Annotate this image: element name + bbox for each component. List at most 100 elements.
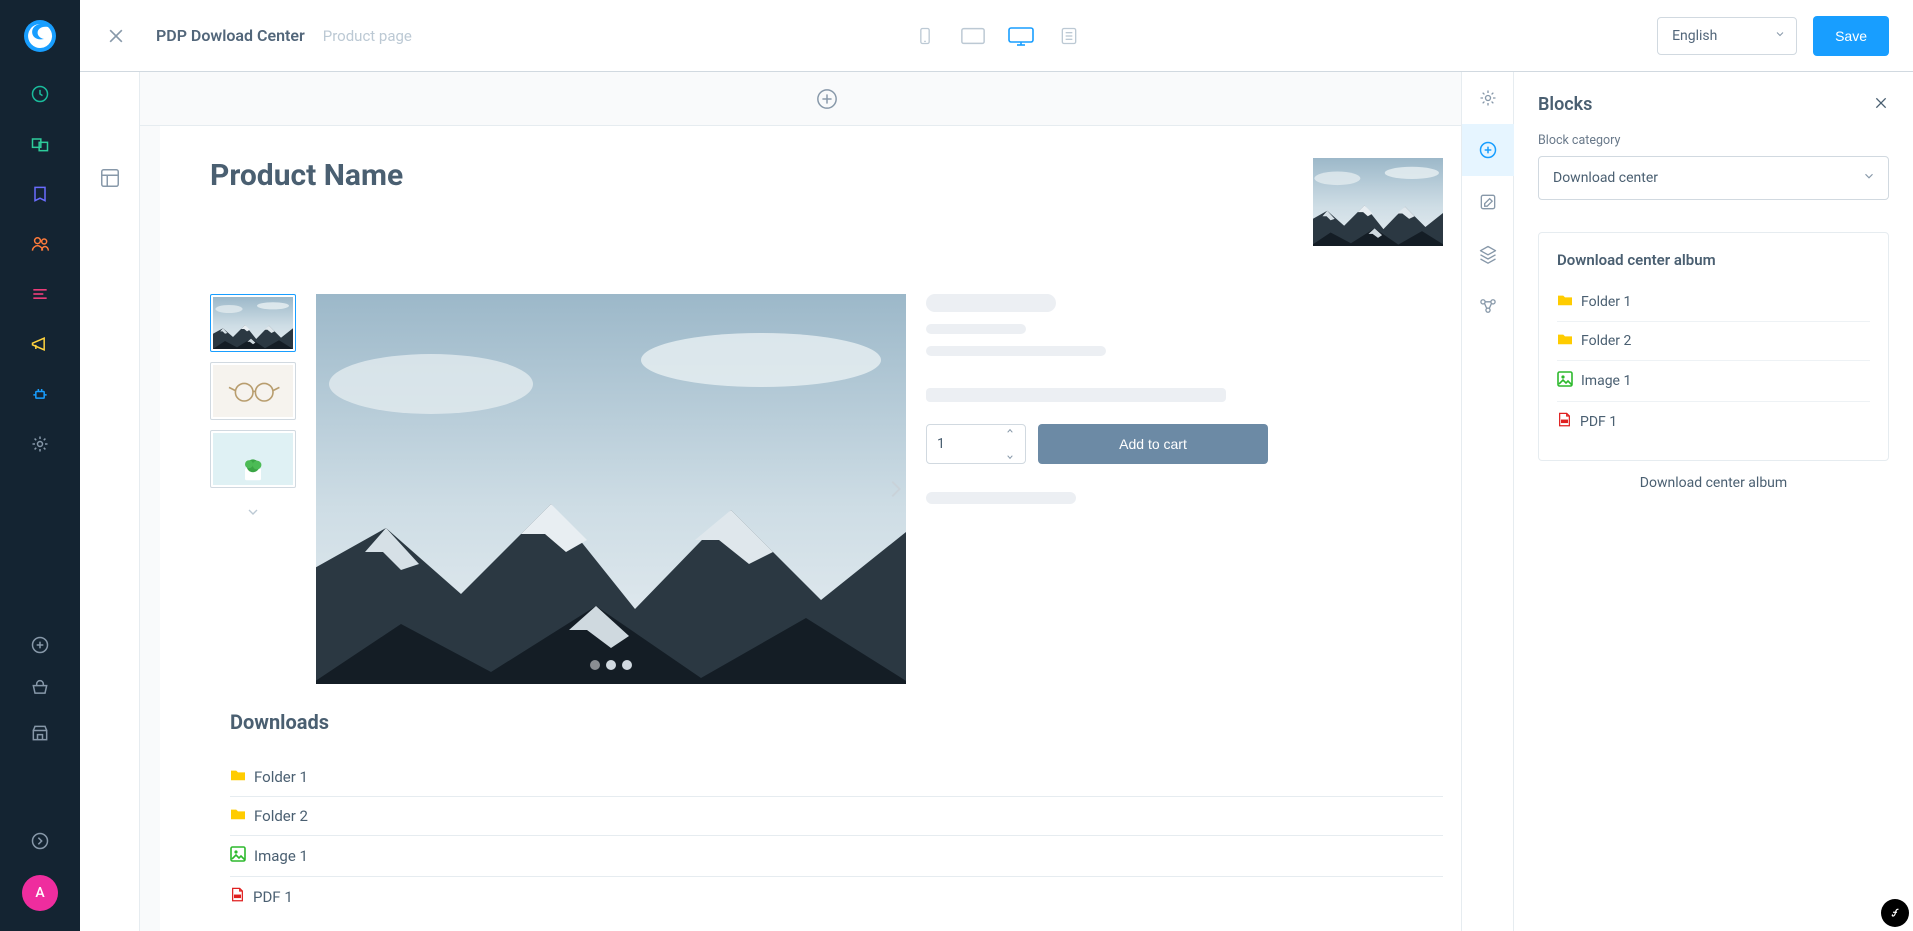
- pdf-icon: [230, 887, 245, 907]
- nav-content-icon[interactable]: [30, 284, 50, 304]
- downloads-section: Downloads Folder 1 Folder 2 Image 1 PDF 1: [210, 710, 1443, 917]
- file-label: Image 1: [254, 847, 308, 865]
- page-title: PDP Dowload Center: [156, 26, 305, 45]
- nav-marketing-icon[interactable]: [30, 334, 50, 354]
- file-label: Folder 1: [1581, 294, 1631, 310]
- nav-cart-icon[interactable]: [30, 679, 50, 699]
- device-form-button[interactable]: [1055, 22, 1083, 50]
- product-page-canvas: Product Name: [160, 126, 1493, 931]
- nav-collapse-icon[interactable]: [30, 831, 50, 851]
- gallery-thumb-2[interactable]: [210, 362, 296, 420]
- device-desktop-button[interactable]: [1007, 22, 1035, 50]
- add-to-cart-button[interactable]: Add to cart: [1038, 424, 1268, 464]
- product-name-heading: Product Name: [210, 158, 403, 193]
- nav-add-icon[interactable]: [30, 635, 50, 655]
- language-select[interactable]: English: [1657, 17, 1797, 55]
- user-avatar[interactable]: A: [22, 875, 58, 911]
- block-category-label: Block category: [1538, 133, 1889, 148]
- skeleton-line: [926, 294, 1056, 312]
- gallery-dots[interactable]: [590, 660, 632, 670]
- download-item[interactable]: Image 1: [230, 836, 1443, 877]
- file-label: Image 1: [1581, 373, 1631, 389]
- block-preview-caption: Download center album: [1514, 475, 1913, 491]
- gallery-thumb-3[interactable]: [210, 430, 296, 488]
- device-mobile-button[interactable]: [911, 22, 939, 50]
- tool-navigator-icon[interactable]: [1462, 280, 1514, 332]
- nav-extensions-icon[interactable]: [30, 384, 50, 404]
- quantity-value: 1: [937, 436, 945, 452]
- download-item[interactable]: Folder 2: [230, 797, 1443, 836]
- file-label: Folder 2: [1581, 333, 1631, 349]
- file-label: PDF 1: [1580, 414, 1617, 430]
- block-preview-item[interactable]: Folder 1: [1557, 283, 1870, 322]
- block-preview-item[interactable]: Folder 2: [1557, 322, 1870, 361]
- folder-icon: [1557, 332, 1573, 350]
- device-tablet-button[interactable]: [959, 22, 987, 50]
- gallery-thumbnails: [210, 294, 296, 684]
- skeleton-line: [926, 492, 1076, 504]
- pdf-icon: [1557, 412, 1572, 432]
- tool-layers-icon[interactable]: [1462, 228, 1514, 280]
- blocks-panel: Blocks Block category Download center Do…: [1513, 72, 1913, 931]
- nav-customers-icon[interactable]: [30, 234, 50, 254]
- folder-icon: [1557, 293, 1573, 311]
- tool-settings-icon[interactable]: [1462, 72, 1514, 124]
- file-label: PDF 1: [253, 888, 293, 906]
- downloads-list: Folder 1 Folder 2 Image 1 PDF 1: [230, 758, 1443, 917]
- product-info-column: 1 Add to cart: [926, 294, 1443, 684]
- page-subtitle: Product page: [323, 27, 412, 45]
- product-header-image: [1313, 158, 1443, 246]
- folder-icon: [230, 768, 246, 786]
- block-category-value: Download center: [1553, 170, 1658, 186]
- file-label: Folder 2: [254, 807, 308, 825]
- device-switcher: [911, 22, 1083, 50]
- download-item[interactable]: Folder 1: [230, 758, 1443, 797]
- gallery-thumb-1[interactable]: [210, 294, 296, 352]
- skeleton-line: [926, 346, 1106, 356]
- qty-up-icon[interactable]: [1005, 427, 1015, 435]
- panel-title: Blocks: [1538, 94, 1592, 115]
- nav-dashboard-icon[interactable]: [30, 84, 50, 104]
- image-icon: [230, 846, 246, 866]
- language-select-value: English: [1672, 28, 1717, 44]
- folder-icon: [230, 807, 246, 825]
- nav-settings-icon[interactable]: [30, 434, 50, 454]
- block-preview-card[interactable]: Download center album Folder 1 Folder 2 Im…: [1538, 232, 1889, 461]
- block-preview-list: Folder 1 Folder 2 Image 1 PDF 1: [1557, 283, 1870, 442]
- close-editor-button[interactable]: [96, 16, 136, 56]
- qty-down-icon[interactable]: [1005, 453, 1015, 461]
- block-category-select[interactable]: Download center: [1538, 156, 1889, 200]
- right-tool-rail: [1461, 72, 1513, 931]
- panel-close-icon[interactable]: [1873, 95, 1889, 115]
- image-icon: [1557, 371, 1573, 391]
- gallery-next-arrow[interactable]: [880, 464, 910, 514]
- symfony-badge-icon[interactable]: [1881, 899, 1909, 927]
- block-preview-item[interactable]: PDF 1: [1557, 402, 1870, 442]
- skeleton-line: [926, 324, 1026, 334]
- editor-canvas-area: Product Name: [80, 72, 1513, 931]
- tool-edit-icon[interactable]: [1462, 176, 1514, 228]
- download-item[interactable]: PDF 1: [230, 877, 1443, 917]
- chevron-down-icon: [1774, 28, 1786, 44]
- section-layout-icon[interactable]: [99, 167, 121, 189]
- layout-sections-rail: [80, 72, 140, 931]
- tool-add-block-icon[interactable]: [1462, 124, 1514, 176]
- skeleton-line: [926, 388, 1226, 402]
- left-nav-rail: A: [0, 0, 80, 931]
- add-section-button[interactable]: [816, 88, 838, 110]
- top-bar: PDP Dowload Center Product page English …: [80, 0, 1913, 72]
- quantity-stepper[interactable]: 1: [926, 424, 1026, 464]
- block-preview-title: Download center album: [1557, 251, 1870, 269]
- app-logo[interactable]: [22, 18, 58, 54]
- downloads-heading: Downloads: [230, 710, 1443, 734]
- save-button[interactable]: Save: [1813, 16, 1889, 56]
- block-preview-item[interactable]: Image 1: [1557, 361, 1870, 402]
- add-section-row: [140, 72, 1513, 126]
- nav-orders-icon[interactable]: [30, 184, 50, 204]
- nav-store-icon[interactable]: [30, 723, 50, 743]
- gallery-main-image: [316, 294, 906, 684]
- file-label: Folder 1: [254, 768, 308, 786]
- chevron-down-icon: [1862, 169, 1876, 187]
- nav-catalog-icon[interactable]: [30, 134, 50, 154]
- gallery-more-icon[interactable]: [245, 504, 261, 524]
